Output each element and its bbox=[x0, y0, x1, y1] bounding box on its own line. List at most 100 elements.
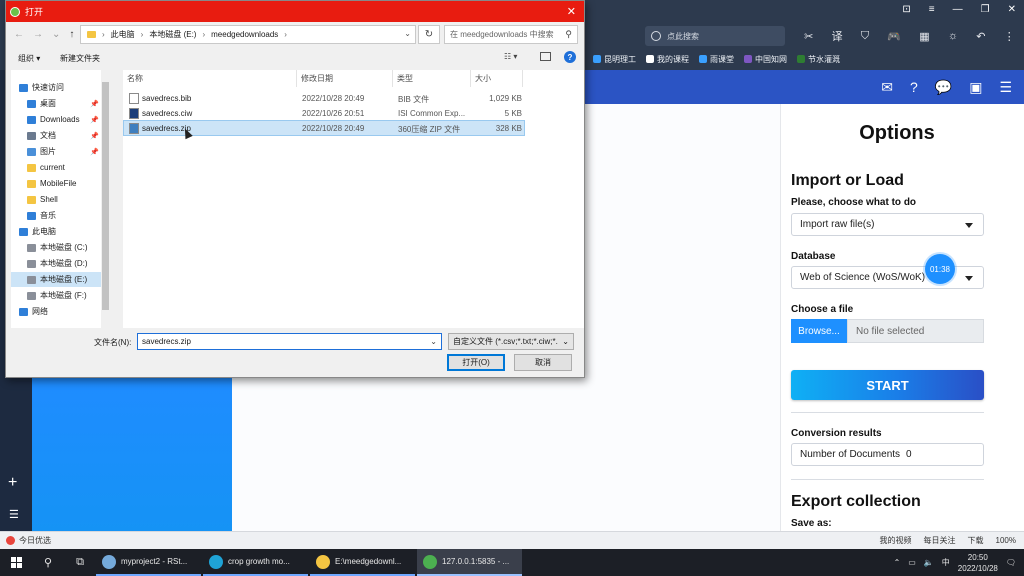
minimize-button[interactable]: — bbox=[953, 4, 963, 15]
zoom-level[interactable]: 100% bbox=[996, 536, 1016, 545]
battery-icon[interactable]: ▭ bbox=[908, 558, 916, 567]
filename-value: savedrecs.zip bbox=[142, 337, 191, 346]
back-arrow-icon[interactable]: ← bbox=[14, 29, 24, 40]
video-link[interactable]: 我的视频 bbox=[880, 535, 912, 546]
nav-item[interactable]: 文档 📌 bbox=[11, 128, 107, 143]
start-button-windows[interactable] bbox=[0, 549, 32, 576]
box-icon[interactable]: ▣ bbox=[969, 79, 982, 96]
task-view-icon[interactable]: ⧉ bbox=[64, 549, 96, 576]
file-row[interactable]: savedrecs.ciw 2022/10/26 20:51 ISI Common … bbox=[124, 106, 524, 120]
chevron-up-icon[interactable]: ⌃ bbox=[894, 558, 901, 567]
breadcrumb-item[interactable]: 此电脑 bbox=[111, 29, 135, 40]
help-icon[interactable]: ? bbox=[910, 79, 918, 95]
breadcrumb-item[interactable]: 本地磁盘 (E:) bbox=[149, 29, 196, 40]
new-folder-button[interactable]: 新建文件夹 bbox=[60, 53, 100, 64]
bookmark-item[interactable]: 中国知网 bbox=[744, 54, 787, 65]
nav-item[interactable]: 本地磁盘 (D:) bbox=[11, 256, 107, 271]
cancel-button[interactable]: 取消 bbox=[514, 354, 572, 371]
ime-indicator[interactable]: 中 bbox=[942, 557, 950, 568]
undo-icon[interactable]: ↶ bbox=[976, 30, 985, 43]
scrollbar-thumb[interactable] bbox=[102, 82, 109, 310]
up-arrow-icon[interactable]: ↑ bbox=[69, 29, 74, 40]
nav-scrollbar[interactable] bbox=[101, 70, 110, 328]
apps-grid-icon[interactable]: ▦ bbox=[919, 30, 929, 43]
filename-input[interactable]: savedrecs.zip ⌄ bbox=[137, 333, 442, 350]
more-icon[interactable]: ⋮ bbox=[1004, 30, 1015, 43]
clock-time: 20:50 bbox=[967, 552, 988, 562]
settings-icon[interactable]: ☼ bbox=[948, 30, 958, 42]
start-button[interactable]: START bbox=[791, 370, 984, 400]
hamburger-icon[interactable]: ☰ bbox=[999, 79, 1012, 96]
volume-icon[interactable]: 🔈 bbox=[924, 558, 934, 567]
nav-item[interactable]: 桌面 📌 bbox=[11, 96, 107, 111]
bookmark-item[interactable]: 节水灌溉 bbox=[797, 54, 840, 65]
taskbar-app[interactable]: 127.0.0.1:5835 - ... bbox=[417, 549, 522, 576]
nav-item[interactable]: current bbox=[11, 160, 107, 175]
taskbar-app[interactable]: crop growth mo... bbox=[203, 549, 308, 576]
file-type: ISI Common Exp... bbox=[398, 109, 466, 118]
bookmark-item[interactable]: 昆明理工 bbox=[593, 54, 636, 65]
nav-item[interactable]: 此电脑 bbox=[11, 224, 107, 239]
list-icon[interactable]: ☰ bbox=[9, 508, 19, 521]
column-header-name[interactable]: 名称 bbox=[123, 70, 297, 87]
column-header-date[interactable]: 修改日期 bbox=[297, 70, 393, 87]
chevron-down-icon[interactable]: ⌄ bbox=[404, 29, 411, 38]
add-icon[interactable]: + bbox=[8, 474, 17, 492]
bookmark-item[interactable]: 雨课堂 bbox=[699, 54, 734, 65]
file-date: 2022/10/28 20:49 bbox=[302, 94, 365, 103]
taskbar-app[interactable]: E:\meedgedownl... bbox=[310, 549, 415, 576]
choose-select[interactable]: Import raw file(s) bbox=[791, 213, 984, 236]
bookmark-item[interactable]: 我的课程 bbox=[646, 54, 689, 65]
menu-icon[interactable]: ≡ bbox=[929, 4, 935, 15]
game-icon[interactable]: 🎮 bbox=[887, 30, 901, 43]
bookmark-icon bbox=[744, 55, 752, 63]
preview-pane-icon[interactable] bbox=[540, 52, 551, 61]
download-link[interactable]: 下载 bbox=[968, 535, 984, 546]
refresh-icon[interactable]: ↻ bbox=[418, 25, 440, 44]
notification-icon[interactable]: 🗨 bbox=[1006, 558, 1016, 567]
browse-button[interactable]: Browse... bbox=[791, 319, 847, 343]
shield-icon[interactable]: ⛉ bbox=[861, 30, 869, 43]
pin-icon: 📌 bbox=[90, 148, 99, 156]
restore-button[interactable]: ❐ bbox=[981, 4, 990, 15]
help-icon[interactable]: ? bbox=[564, 51, 576, 63]
nav-item-label: Downloads bbox=[40, 115, 80, 124]
address-bar[interactable]: › 此电脑 › 本地磁盘 (E:) › meedgedownloads › ⌄ bbox=[80, 25, 416, 44]
file-row[interactable]: savedrecs.bib 2022/10/28 20:49 BIB 文件 1,029… bbox=[124, 91, 524, 105]
clock[interactable]: 20:50 2022/10/28 bbox=[958, 552, 998, 574]
mail-open-icon[interactable]: ✉ bbox=[881, 79, 893, 96]
translate-icon[interactable]: 译 bbox=[832, 28, 843, 44]
close-window-button[interactable]: ✕ bbox=[1008, 4, 1016, 15]
scissors-icon[interactable]: ✂ bbox=[804, 30, 813, 43]
nav-item[interactable]: Shell bbox=[11, 192, 107, 207]
nav-item[interactable]: 图片 📌 bbox=[11, 144, 107, 159]
nav-item[interactable]: 本地磁盘 (E:) bbox=[11, 272, 107, 287]
nav-item[interactable]: Downloads 📌 bbox=[11, 112, 107, 127]
view-options-icon[interactable]: ☷ ▾ bbox=[504, 52, 517, 61]
breadcrumb-item[interactable]: meedgedownloads bbox=[211, 30, 278, 39]
open-button[interactable]: 打开(O) bbox=[447, 354, 505, 371]
taskbar-app[interactable]: myproject2 - RSt... bbox=[96, 549, 201, 576]
status-left-text[interactable]: 今日优选 bbox=[19, 535, 51, 546]
nav-item[interactable]: 本地磁盘 (F:) bbox=[11, 288, 107, 303]
browser-search-box[interactable]: 点此搜索 bbox=[645, 26, 785, 46]
nav-item[interactable]: 音乐 bbox=[11, 208, 107, 223]
nav-item[interactable]: MobileFile bbox=[11, 176, 107, 191]
forward-arrow-icon[interactable]: → bbox=[33, 29, 43, 40]
nav-item[interactable]: 快速访问 bbox=[11, 80, 107, 95]
nav-item[interactable]: 网络 bbox=[11, 304, 107, 319]
chevron-down-icon[interactable]: ⌄ bbox=[430, 337, 437, 346]
close-icon[interactable]: ✕ bbox=[567, 5, 576, 18]
organize-button[interactable]: 组织 ▾ bbox=[18, 53, 40, 64]
skin-icon[interactable]: ⊡ bbox=[902, 4, 910, 15]
dialog-search-input[interactable]: 在 meedgedownloads 中搜索 ⚲ bbox=[444, 25, 578, 44]
recent-dropdown-icon[interactable]: ⌄ bbox=[52, 29, 60, 40]
nav-item[interactable]: 本地磁盘 (C:) bbox=[11, 240, 107, 255]
database-select[interactable]: Web of Science (WoS/WoK) bbox=[791, 266, 984, 289]
search-icon[interactable]: ⚲ bbox=[32, 549, 64, 576]
column-header-size[interactable]: 大小 bbox=[471, 70, 523, 87]
filetype-select[interactable]: 自定义文件 (*.csv;*.txt;*.ciw;*. ⌄ bbox=[448, 333, 574, 350]
chat-icon[interactable]: 💬 bbox=[935, 79, 952, 96]
column-header-type[interactable]: 类型 bbox=[393, 70, 471, 87]
follow-link[interactable]: 每日关注 bbox=[924, 535, 956, 546]
